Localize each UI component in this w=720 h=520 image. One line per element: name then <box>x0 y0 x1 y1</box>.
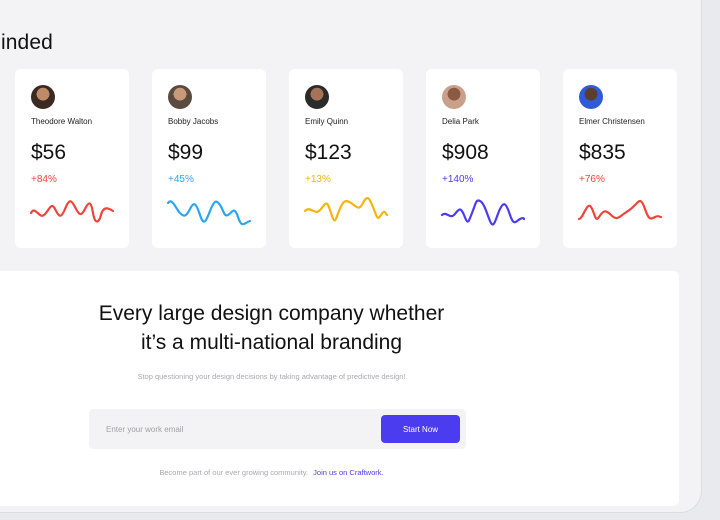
change-percent: +76% <box>579 174 605 185</box>
sparkline-chart <box>440 199 526 226</box>
change-percent: +140% <box>442 174 474 185</box>
sparkline-chart <box>577 199 663 221</box>
price-card[interactable]: Delia Park $908 +140% <box>426 69 540 248</box>
person-name: Bobby Jacobs <box>168 117 219 126</box>
email-signup-form: Start Now <box>89 409 466 449</box>
price-card[interactable]: Elmer Christensen $835 +76% <box>563 69 677 248</box>
price-card[interactable]: Theodore Walton $56 +84% <box>15 69 129 248</box>
avatar <box>31 85 55 109</box>
email-field[interactable] <box>89 409 369 449</box>
newsletter-section: Every large design company whether it’s … <box>0 271 679 506</box>
change-percent: +84% <box>31 174 57 185</box>
avatar <box>305 85 329 109</box>
price-card[interactable]: Bobby Jacobs $99 +45% <box>152 69 266 248</box>
sparkline-chart <box>29 200 115 223</box>
avatar <box>579 85 603 109</box>
cta-heading-line: it’s a multi-national branding <box>140 331 403 354</box>
cta-heading: Every large design company whether it’s … <box>0 299 554 357</box>
price-value: $908 <box>442 141 489 164</box>
change-percent: +45% <box>168 174 194 185</box>
community-text: Become part of our ever growing communit… <box>0 468 554 477</box>
section-title: inded <box>1 31 53 54</box>
price-value: $123 <box>305 141 352 164</box>
person-name: Theodore Walton <box>31 117 93 126</box>
price-value: $835 <box>579 141 626 164</box>
cta-subtext: Stop questioning your design decisions b… <box>137 372 406 381</box>
person-name: Emily Quinn <box>305 117 349 126</box>
start-now-button[interactable]: Start Now <box>381 415 460 443</box>
cta-heading-line: Every large design company whether <box>98 302 445 325</box>
price-value: $99 <box>168 141 204 164</box>
change-percent: +13% <box>305 174 331 185</box>
price-value: $56 <box>31 141 67 164</box>
dashboard-panel: + inded Theodore Walton $56 +84% Bobby J… <box>0 0 702 513</box>
person-name: Delia Park <box>442 117 479 126</box>
community-label: Become part of our ever growing communit… <box>159 468 309 477</box>
avatar <box>442 85 466 109</box>
sparkline-chart <box>166 200 252 226</box>
avatar <box>168 85 192 109</box>
sparkline-chart <box>303 197 389 222</box>
join-craftwork-link[interactable]: Join us on Craftwork. <box>313 468 383 477</box>
person-name: Elmer Christensen <box>579 117 645 126</box>
price-card[interactable]: Emily Quinn $123 +13% <box>289 69 403 248</box>
